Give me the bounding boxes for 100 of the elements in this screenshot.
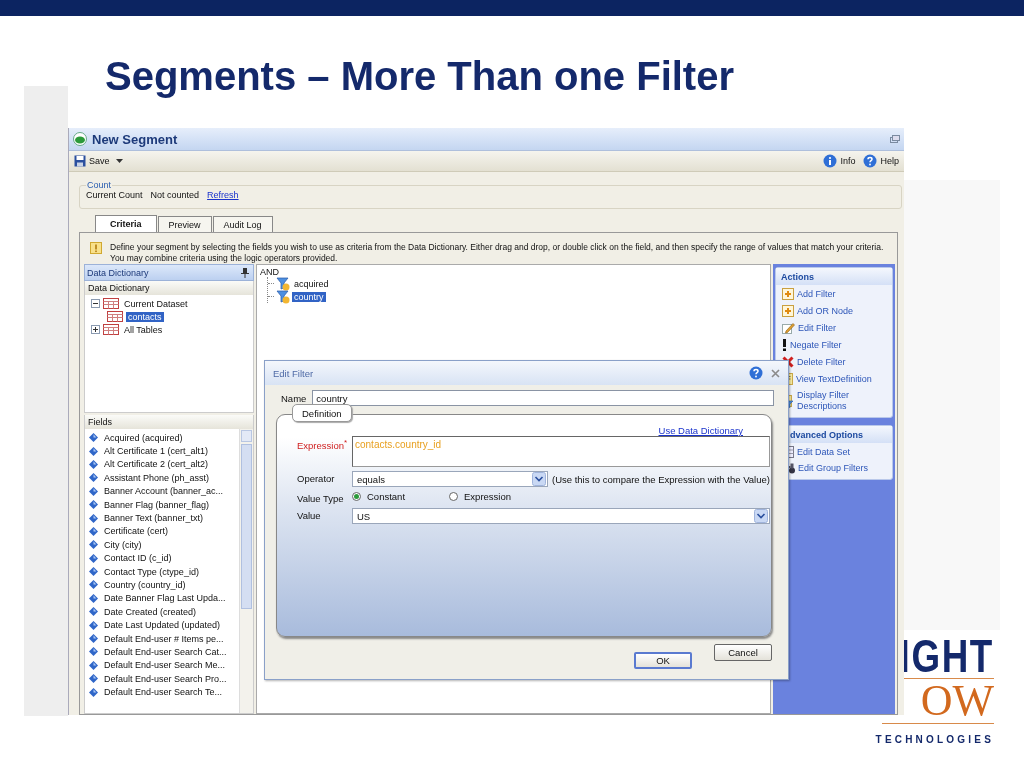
field-item[interactable]: Default End-user Search Cat... bbox=[104, 646, 227, 657]
app-icon bbox=[73, 132, 87, 146]
tree-item[interactable]: Current Dataset bbox=[122, 298, 190, 309]
name-field[interactable]: country bbox=[312, 390, 774, 406]
logo-text: OW bbox=[920, 681, 994, 721]
pane-title: Data Dictionary bbox=[87, 267, 149, 278]
field-item[interactable]: Date Banner Flag Last Upda... bbox=[104, 593, 226, 604]
field-icon bbox=[89, 620, 98, 630]
table-icon bbox=[103, 298, 119, 309]
field-item[interactable]: Banner Account (banner_ac... bbox=[104, 486, 224, 497]
cancel-button[interactable]: Cancel bbox=[714, 644, 772, 661]
add-icon bbox=[782, 305, 794, 317]
tree-item[interactable]: country bbox=[292, 291, 326, 302]
close-button[interactable] bbox=[771, 368, 780, 378]
radio-button[interactable]: Expression bbox=[449, 491, 512, 502]
hint-text: (Use this to compare the Expression with the Value) bbox=[552, 473, 770, 485]
tab[interactable]: Definition bbox=[292, 404, 352, 422]
tree-item[interactable]: acquired bbox=[292, 278, 331, 289]
table-icon bbox=[107, 311, 123, 322]
action-link[interactable]: Add Filter bbox=[776, 285, 892, 302]
ok-button[interactable]: OK bbox=[634, 652, 692, 669]
action-link[interactable]: Add OR Node bbox=[776, 302, 892, 319]
field-item[interactable]: Certificate (cert) bbox=[104, 526, 168, 537]
warning-icon bbox=[90, 242, 102, 254]
info-button[interactable]: Info bbox=[821, 154, 858, 168]
field-icon bbox=[89, 540, 98, 550]
panel-header: Actions bbox=[776, 268, 892, 285]
field-item[interactable]: Date Last Updated (updated) bbox=[104, 620, 221, 631]
close-icon bbox=[771, 368, 780, 378]
field-item[interactable]: Default End-user Search Pro... bbox=[104, 673, 227, 684]
field-item[interactable]: Assistant Phone (ph_asst) bbox=[104, 472, 210, 483]
tree-item[interactable]: contacts bbox=[126, 311, 164, 322]
count-label: Current Count bbox=[86, 190, 143, 200]
tree-item[interactable]: AND bbox=[260, 267, 767, 277]
value-dropdown[interactable]: US bbox=[352, 508, 770, 524]
restore-icon bbox=[890, 135, 900, 143]
info-icon bbox=[823, 154, 838, 168]
tab[interactable]: Criteria bbox=[95, 215, 157, 232]
instruction-text: Define your segment by selecting the fields you wish to use as criteria from the Data Dictionary. Either drag and drop, or double click on the field, and then specify the range of values that match your criteria. You may combine criteria using the logic operators provided. bbox=[110, 242, 885, 264]
field-item[interactable]: Contact ID (c_id) bbox=[104, 553, 172, 564]
operator-dropdown[interactable]: equals bbox=[352, 471, 548, 487]
tree-item[interactable]: All Tables bbox=[122, 324, 165, 335]
pencil-icon bbox=[782, 322, 795, 334]
field-item[interactable]: Banner Text (banner_txt) bbox=[104, 513, 203, 524]
field-label: Name bbox=[281, 392, 307, 404]
pin-icon bbox=[241, 267, 249, 278]
radio-button[interactable]: Constant bbox=[352, 491, 406, 502]
field-item[interactable]: Acquired (acquired) bbox=[104, 432, 183, 443]
help-button[interactable] bbox=[749, 366, 763, 380]
field-label: Operator bbox=[297, 472, 336, 484]
field-item[interactable]: Date Created (created) bbox=[104, 606, 197, 617]
field-icon bbox=[89, 526, 98, 536]
action-link[interactable]: Negate Filter bbox=[776, 336, 892, 353]
field-item[interactable]: City (city) bbox=[104, 539, 142, 550]
field-icon bbox=[89, 647, 98, 657]
field-icon bbox=[89, 459, 98, 469]
data-dictionary-link[interactable]: Use Data Dictionary bbox=[658, 425, 743, 436]
caret-icon bbox=[115, 159, 123, 163]
field-item[interactable]: Default End-user # Items pe... bbox=[104, 633, 224, 644]
slide-title: Segments – More Than one Filter bbox=[105, 54, 734, 99]
field-icon bbox=[89, 593, 98, 603]
save-button[interactable]: Save bbox=[72, 155, 125, 167]
window-title: New Segment bbox=[92, 131, 178, 147]
exclamation-icon bbox=[782, 339, 787, 351]
save-icon bbox=[74, 155, 86, 167]
field-icon bbox=[89, 433, 98, 443]
add-icon bbox=[782, 288, 794, 300]
field-item[interactable]: Default End-user Search Me... bbox=[104, 660, 226, 671]
field-icon bbox=[89, 567, 98, 577]
field-icon bbox=[89, 553, 98, 563]
field-label: Expression$^{*}$ bbox=[297, 437, 349, 452]
logo-text: TECHNOLOGIES bbox=[875, 734, 994, 745]
field-icon bbox=[89, 634, 98, 644]
field-item[interactable]: Alt Certificate 2 (cert_alt2) bbox=[104, 459, 209, 470]
field-icon bbox=[89, 500, 98, 510]
field-item[interactable]: Contact Type (ctype_id) bbox=[104, 566, 199, 577]
group-label: Count bbox=[86, 180, 113, 190]
refresh-link[interactable]: Refresh bbox=[207, 190, 239, 200]
field-icon bbox=[89, 580, 98, 590]
action-link[interactable]: Edit Filter bbox=[776, 319, 892, 336]
tab[interactable]: Audit Log bbox=[212, 216, 273, 232]
field-item[interactable]: Country (country_id) bbox=[104, 580, 186, 590]
table-icon bbox=[103, 324, 119, 335]
help-icon bbox=[749, 366, 763, 380]
count-value: Not counted bbox=[150, 190, 200, 200]
scrollbar[interactable] bbox=[239, 429, 253, 713]
field-item[interactable]: Alt Certificate 1 (cert_alt1) bbox=[104, 446, 209, 457]
field-icon bbox=[89, 473, 98, 483]
section-title: Data Dictionary bbox=[88, 283, 150, 293]
help-icon bbox=[863, 154, 878, 168]
field-item[interactable]: Default End-user Search Te... bbox=[104, 687, 222, 698]
field-icon bbox=[89, 607, 98, 617]
help-button[interactable]: Help bbox=[861, 154, 901, 168]
field-item[interactable]: Banner Flag (banner_flag) bbox=[104, 499, 210, 510]
field-icon bbox=[89, 446, 98, 456]
tab[interactable]: Preview bbox=[157, 216, 212, 232]
field-icon bbox=[89, 687, 98, 697]
field-icon bbox=[89, 660, 98, 670]
field-icon bbox=[89, 486, 98, 496]
field-icon bbox=[89, 513, 98, 523]
